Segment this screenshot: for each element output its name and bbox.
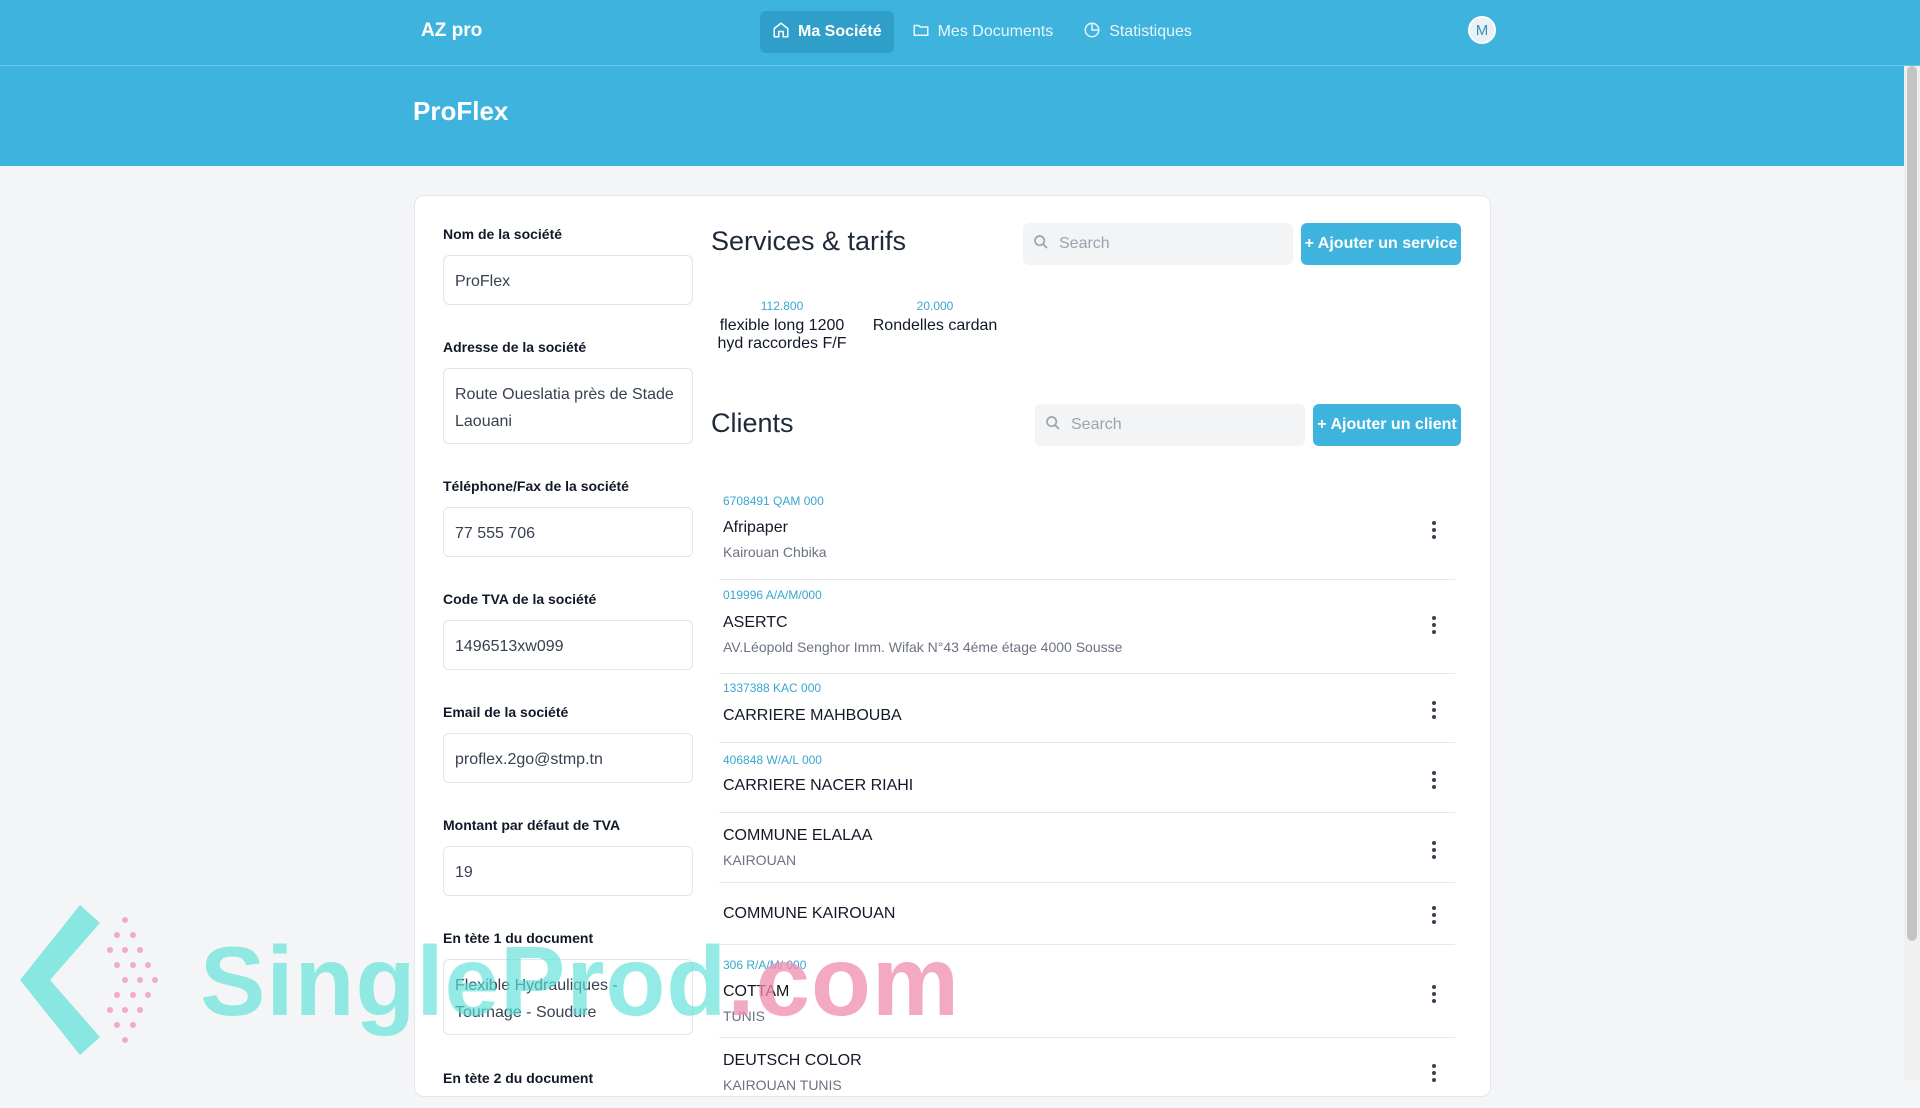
client-address: Kairouan Chbika [723, 544, 827, 560]
folder-icon [912, 21, 930, 44]
client-address: KAIROUAN [723, 852, 797, 868]
home-icon [772, 21, 790, 44]
client-row[interactable]: DEUTSCH COLOR KAIROUAN TUNIS [719, 1038, 1455, 1108]
default-tva-input[interactable]: 19 [443, 846, 693, 896]
nav-link-label: Mes Documents [937, 23, 1054, 40]
clients-title: Clients [711, 408, 794, 438]
nav-link-mes-documents[interactable]: Mes Documents [900, 11, 1066, 53]
more-options-icon[interactable] [1431, 616, 1437, 634]
more-options-icon[interactable] [1431, 841, 1437, 859]
pie-chart-icon [1083, 21, 1101, 44]
top-navbar: AZ pro Ma Société Mes Documents Statisti… [0, 0, 1920, 66]
client-name: CARRIERE NACER RIAHI [723, 777, 914, 794]
more-options-icon[interactable] [1431, 1064, 1437, 1082]
service-item[interactable]: 112.800 flexible long 1200 hyd raccordes… [717, 299, 847, 353]
company-name-label: Nom de la société [443, 226, 563, 242]
watermark: SingleProd.com [20, 905, 959, 1055]
default-tva-label: Montant par défaut de TVA [443, 817, 621, 833]
brand-logo[interactable]: AZ pro [421, 20, 482, 42]
service-price: 20.000 [916, 299, 954, 313]
search-icon [1045, 415, 1061, 436]
nav-link-label: Statistiques [1109, 23, 1192, 40]
more-options-icon[interactable] [1431, 701, 1437, 719]
user-avatar[interactable]: M [1468, 16, 1496, 44]
client-address: AV.Léopold Senghor Imm. Wifak N°43 4éme … [723, 639, 1123, 655]
client-code: 6708491 QAM 000 [723, 494, 824, 508]
client-name: Afripaper [723, 519, 788, 536]
add-client-button[interactable]: + Ajouter un client [1313, 404, 1461, 446]
client-row[interactable]: 406848 W/A/L 000 CARRIERE NACER RIAHI [719, 743, 1455, 813]
company-email-input[interactable]: proflex.2go@stmp.tn [443, 733, 693, 783]
client-row[interactable]: 1337388 KAC 000 CARRIERE MAHBOUBA [719, 674, 1455, 743]
search-placeholder: Search [1059, 235, 1110, 252]
page-scrollbar[interactable] [1904, 66, 1920, 1080]
services-search-input[interactable]: Search [1023, 223, 1293, 265]
client-row[interactable]: COMMUNE ELALAA KAIROUAN [719, 813, 1455, 883]
company-phone-label: Téléphone/Fax de la société [443, 478, 629, 494]
watermark-text-main: SingleProd [200, 926, 728, 1036]
client-name: CARRIERE MAHBOUBA [723, 707, 902, 724]
more-options-icon[interactable] [1431, 771, 1437, 789]
company-phone-input[interactable]: 77 555 706 [443, 507, 693, 557]
nav-link-ma-societe[interactable]: Ma Société [760, 11, 894, 53]
service-item[interactable]: 20.000 Rondelles cardan [870, 299, 1000, 335]
more-options-icon[interactable] [1431, 521, 1437, 539]
nav-link-label: Ma Société [798, 23, 882, 40]
client-row[interactable]: 019996 A/A/M/000 ASERTC AV.Léopold Sengh… [719, 580, 1455, 674]
client-row[interactable]: 6708491 QAM 000 Afripaper Kairouan Chbik… [719, 486, 1455, 580]
header2-label: En tète 2 du document [443, 1070, 594, 1086]
scrollbar-thumb[interactable] [1907, 66, 1917, 941]
company-name-input[interactable]: ProFlex [443, 255, 693, 305]
search-icon [1033, 234, 1049, 255]
client-address: KAIROUAN TUNIS [723, 1077, 842, 1093]
service-price: 112.800 [760, 299, 804, 313]
client-name: ASERTC [723, 614, 788, 631]
company-address-label: Adresse de la société [443, 339, 587, 355]
watermark-text: SingleProd.com [200, 925, 960, 1038]
clients-search-input[interactable]: Search [1035, 404, 1305, 446]
company-address-input[interactable]: Route Oueslatia près de Stade Laouani [443, 368, 693, 444]
add-service-button[interactable]: + Ajouter un service [1301, 223, 1461, 265]
client-code: 019996 A/A/M/000 [723, 588, 822, 602]
nav-links: Ma Société Mes Documents Statistiques [760, 11, 1204, 53]
more-options-icon[interactable] [1431, 906, 1437, 924]
service-name: flexible long 1200 hyd raccordes F/F [717, 317, 847, 352]
client-code: 1337388 KAC 000 [723, 681, 822, 695]
page-title: ProFlex [413, 96, 509, 126]
page-header: ProFlex [0, 66, 1904, 166]
nav-link-statistiques[interactable]: Statistiques [1071, 11, 1204, 53]
search-placeholder: Search [1071, 416, 1122, 433]
watermark-logo-icon [20, 905, 158, 1055]
company-tva-code-input[interactable]: 1496513xw099 [443, 620, 693, 670]
watermark-text-tld: .com [727, 926, 961, 1036]
client-name: COMMUNE ELALAA [723, 827, 873, 844]
company-tva-code-label: Code TVA de la société [443, 591, 597, 607]
company-email-label: Email de la société [443, 704, 569, 720]
service-name: Rondelles cardan [872, 317, 998, 334]
services-title: Services & tarifs [711, 226, 907, 256]
more-options-icon[interactable] [1431, 985, 1437, 1003]
client-code: 406848 W/A/L 000 [723, 753, 822, 767]
